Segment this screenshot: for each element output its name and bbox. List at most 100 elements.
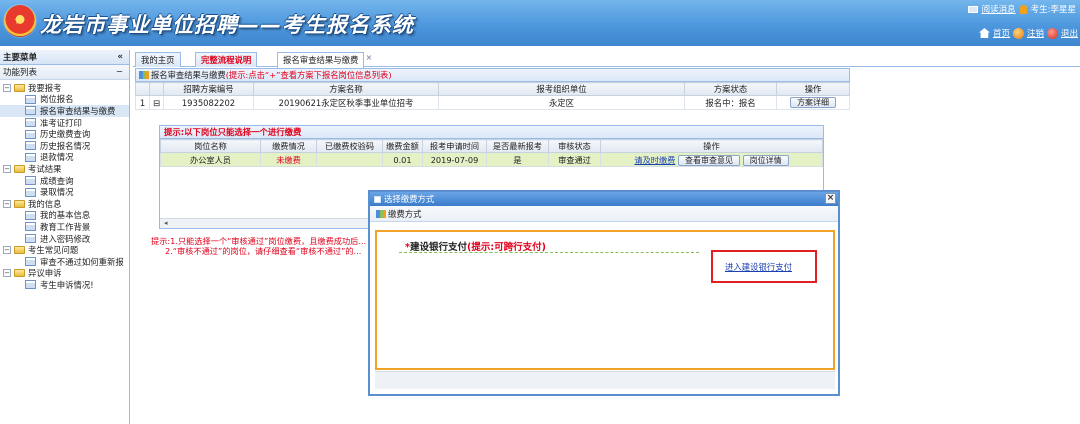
divider [399, 252, 699, 253]
tree-group-label: 我的信息 [28, 198, 62, 209]
audit-status: 审查通过 [548, 152, 601, 167]
tree-group-my-info[interactable]: − 我的信息 [0, 198, 129, 210]
window-icon [374, 195, 381, 203]
plan-detail-button[interactable]: 方案详细 [790, 97, 836, 108]
tree-item-label: 审查不通过如何重新报 [40, 256, 124, 267]
position-detail-button[interactable]: 岗位详情 [742, 154, 789, 166]
dialog-subheader: 缴费方式 [370, 206, 838, 222]
table-row: 办公室人员 未缴费 0.01 2019-07-09 是 审查通过 请及时缴费 查… [160, 152, 823, 167]
tree-item[interactable]: 岗位报名 [0, 94, 129, 106]
page-icon [25, 234, 36, 244]
tree-item-label: 教育工作背景 [40, 221, 91, 232]
header-nav-bar: 首页 注销 退出 [978, 27, 1078, 39]
enter-ccb-payment-link[interactable]: 进入建设银行支付 [725, 261, 792, 273]
tree-item-label: 成绩查询 [40, 175, 74, 186]
dialog-close-button[interactable]: × [825, 193, 836, 204]
tab-home[interactable]: 我的主页 [135, 52, 181, 67]
header-user-bar: 阅读消息 考生:李星星 [967, 3, 1076, 15]
tree-group-faq[interactable]: − 考生常见问题 [0, 244, 129, 256]
tree-item[interactable]: 历史报名情况 [0, 140, 129, 152]
logout-link[interactable]: 注销 [1027, 27, 1044, 39]
collapse-toggle-icon[interactable]: − [3, 83, 11, 92]
page-icon [25, 106, 36, 116]
page-icon [25, 118, 36, 128]
scroll-left-arrow[interactable]: ◂ [164, 219, 168, 227]
menu-tree: − 我要报考 岗位报名 报名审查结果与缴费 准考证打印 历史缴费查询 历史报名情况… [0, 80, 129, 291]
collapse-toggle-icon[interactable]: − [3, 269, 11, 278]
col-header: 报考申请时间 [422, 139, 487, 153]
plan-org: 永定区 [438, 95, 685, 110]
col-header: 招聘方案编号 [163, 82, 254, 96]
tree-group-label: 我要报考 [28, 82, 62, 93]
page-icon [25, 222, 36, 232]
col-toggle [149, 82, 164, 96]
panel-header: 报名审查结果与缴费 (提示:点击“+”查看方案下报名岗位信息列表) [135, 68, 850, 82]
table-row: 1 ⊟ 1935082202 20190621永定区秋季事业单位招考 永定区 报… [135, 95, 850, 110]
tab-review-payment[interactable]: 报名审查结果与缴费 × [277, 52, 372, 68]
tree-item-label: 岗位报名 [40, 94, 74, 105]
tree-item-label: 准考证打印 [40, 117, 82, 128]
grid-icon [376, 209, 386, 218]
col-header: 方案名称 [253, 82, 439, 96]
tree-item[interactable]: 进入密码修改 [0, 233, 129, 245]
tree-item[interactable]: 成绩查询 [0, 175, 129, 187]
tree-item[interactable]: 退款情况 [0, 152, 129, 164]
ccb-payment-title: *建设银行支付(提示:可跨行支付) [405, 239, 546, 253]
folder-icon [14, 199, 25, 208]
read-messages-link[interactable]: 阅读消息 [982, 3, 1016, 15]
tree-item[interactable]: 准考证打印 [0, 117, 129, 129]
page-icon [25, 210, 36, 220]
panel-title: 报名审查结果与缴费 [151, 70, 226, 80]
apply-date: 2019-07-09 [422, 152, 487, 167]
exit-link[interactable]: 退出 [1061, 27, 1078, 39]
tab-bar: 我的主页 完整流程说明 报名审查结果与缴费 × [133, 50, 1080, 68]
folder-icon [14, 246, 25, 255]
col-header: 操作 [776, 82, 850, 96]
collapse-toggle-icon[interactable]: − [3, 164, 11, 173]
tree-item-label: 我的基本信息 [40, 210, 91, 221]
col-header: 缴费金额 [382, 139, 423, 153]
tree-group-label: 考生常见问题 [28, 245, 79, 256]
app-title: 龙岩市事业单位招聘——考生报名系统 [40, 13, 414, 37]
mail-icon [967, 5, 978, 13]
plan-status: 报名中：报名 [684, 95, 777, 110]
pay-now-link[interactable]: 请及时缴费 [634, 155, 675, 165]
tab-flow[interactable]: 完整流程说明 [195, 52, 258, 67]
tree-item[interactable]: 历史缴费查询 [0, 128, 129, 140]
view-review-button[interactable]: 查看审查意见 [677, 154, 740, 166]
user-icon [1019, 4, 1027, 14]
collapse-toggle-icon[interactable]: − [3, 199, 11, 208]
tree-item-label: 考生申诉情况! [40, 279, 94, 290]
tree-item[interactable]: 考生申诉情况! [0, 279, 129, 291]
exit-icon [1046, 27, 1058, 39]
tree-item[interactable]: 录取情况 [0, 186, 129, 198]
tree-item[interactable]: 我的基本信息 [0, 210, 129, 222]
col-header: 已缴费校验码 [316, 139, 383, 153]
collapse-menu-button[interactable]: « [118, 52, 124, 62]
dialog-sub-label: 缴费方式 [388, 208, 422, 219]
close-tab-icon[interactable]: × [366, 51, 373, 65]
home-link[interactable]: 首页 [993, 27, 1010, 39]
row-expand-toggle[interactable]: ⊟ [149, 95, 164, 110]
tab-label: 报名审查结果与缴费 [283, 55, 359, 65]
col-header: 操作 [600, 139, 823, 153]
dialog-titlebar: 选择缴费方式 [370, 192, 838, 206]
tree-group-appeal[interactable]: − 异议申诉 [0, 268, 129, 280]
tree-item[interactable]: 审查不通过如何重新报 [0, 256, 129, 268]
collapse-toggle-icon[interactable]: − [3, 246, 11, 255]
grid-icon [139, 71, 149, 79]
tree-item-label: 进入密码修改 [40, 233, 91, 244]
pay-amount: 0.01 [382, 152, 423, 167]
panel-hint: (提示:点击“+”查看方案下报名岗位信息列表) [225, 70, 392, 80]
folder-icon [14, 83, 25, 92]
tree-group-results[interactable]: − 考试结果 [0, 163, 129, 175]
tree-group-apply[interactable]: − 我要报考 [0, 82, 129, 94]
position-name: 办公室人员 [160, 152, 261, 167]
notice-line-2: 2.“审核不通过”的岗位，请仔细查看“审核不通过”的... [165, 246, 362, 256]
function-list-toggle[interactable]: − [116, 67, 123, 77]
dialog-footer [375, 371, 835, 389]
tree-item-selected[interactable]: 报名审查结果与缴费 [0, 105, 129, 117]
folder-icon [14, 164, 25, 173]
tree-item[interactable]: 教育工作背景 [0, 221, 129, 233]
menu-header: 主要菜单 « [0, 50, 129, 65]
